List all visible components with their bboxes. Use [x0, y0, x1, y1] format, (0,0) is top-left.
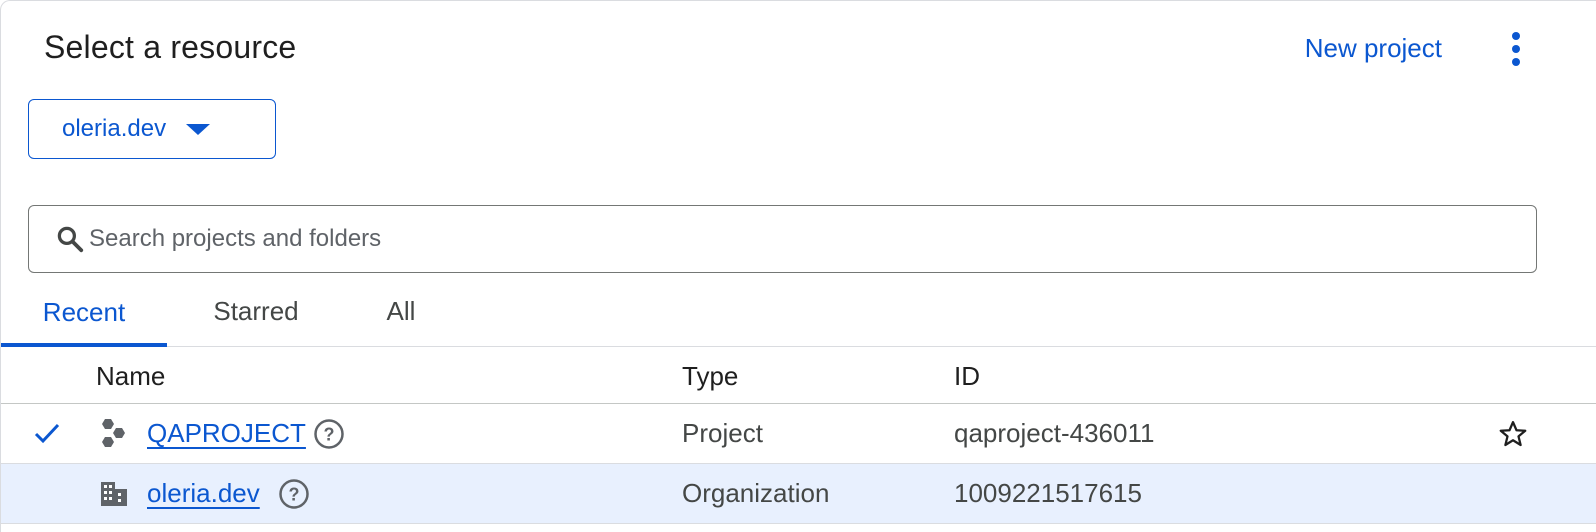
organization-selector-value: oleria.dev — [62, 115, 167, 142]
row-id: qaproject-436011 — [954, 418, 1155, 448]
dialog-title: Select a resource — [44, 29, 297, 65]
tab-starred[interactable]: Starred — [197, 277, 315, 346]
search-box[interactable] — [28, 205, 1537, 273]
help-icon[interactable]: ? — [313, 418, 345, 450]
star-outline-icon[interactable] — [1498, 419, 1528, 449]
new-project-button[interactable]: New project — [1305, 33, 1442, 64]
table-row[interactable]: oleria.dev ? Organization 1009221517615 — [1, 464, 1596, 524]
table-header: Name Type ID — [1, 347, 1596, 404]
select-resource-dialog: Select a resource New project oleria.dev… — [0, 0, 1596, 532]
organization-name-link[interactable]: oleria.dev — [147, 478, 260, 508]
column-header-id: ID — [954, 361, 980, 391]
resource-tabs: Recent Starred All — [1, 277, 1596, 347]
help-icon[interactable]: ? — [278, 478, 310, 510]
svg-text:?: ? — [289, 485, 300, 505]
tab-recent[interactable]: Recent — [1, 277, 167, 347]
row-type: Organization — [682, 478, 830, 508]
table-row[interactable]: QAPROJECT ? Project qaproject-436011 — [1, 404, 1596, 464]
column-header-type: Type — [682, 361, 739, 391]
project-name-link[interactable]: QAPROJECT — [147, 418, 306, 448]
svg-text:?: ? — [324, 425, 335, 445]
check-icon — [34, 423, 60, 444]
project-hexagons-icon — [102, 419, 125, 447]
more-vert-icon — [1512, 32, 1520, 66]
organization-selector[interactable]: oleria.dev — [28, 99, 276, 159]
arrow-drop-down-icon — [186, 123, 211, 135]
more-options-button[interactable] — [1498, 29, 1534, 71]
tab-all[interactable]: All — [371, 277, 431, 346]
search-input[interactable] — [87, 224, 1491, 254]
row-type: Project — [682, 418, 763, 448]
row-id: 1009221517615 — [954, 478, 1142, 508]
column-header-name: Name — [96, 361, 166, 391]
search-icon — [57, 226, 84, 253]
organization-building-icon — [101, 482, 127, 506]
